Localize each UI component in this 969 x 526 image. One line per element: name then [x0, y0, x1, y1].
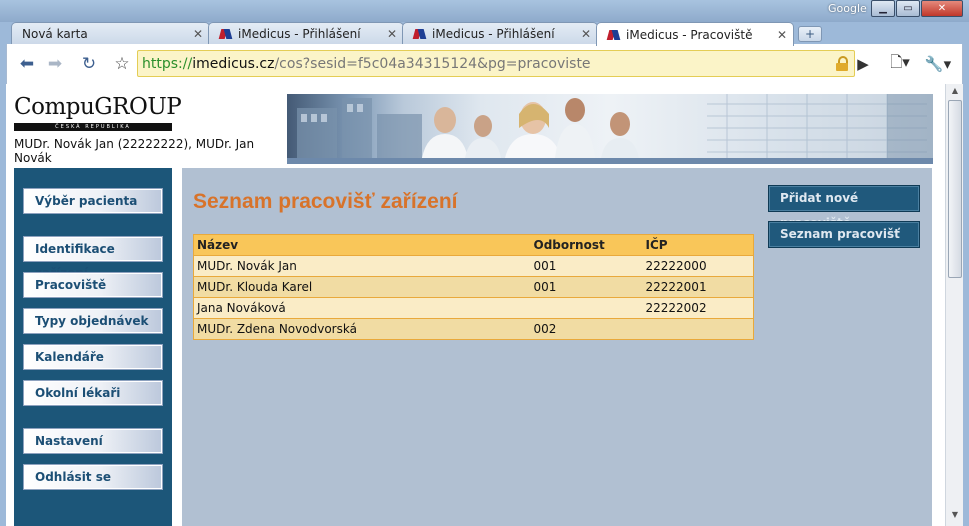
- tab-title: iMedicus - Přihlášení: [432, 27, 555, 41]
- table-row[interactable]: Jana Nováková 22222002: [193, 297, 754, 319]
- address-bar[interactable]: https://imedicus.cz/cos?sesid=f5c04a3431…: [137, 50, 855, 77]
- cell-odbornost: [530, 297, 643, 319]
- arrow-right-icon: ➡: [47, 54, 63, 74]
- column-header-icp[interactable]: IČP: [642, 234, 754, 256]
- arrow-left-icon: ⬅: [19, 54, 35, 74]
- tab-login-2[interactable]: iMedicus - Přihlášení ✕: [402, 22, 598, 45]
- minimize-button[interactable]: ▁: [871, 0, 895, 17]
- window-frame-right: [963, 84, 969, 526]
- window-titlebar: Google ▁ ▭ ✕: [0, 0, 969, 22]
- tab-title: iMedicus - Přihlášení: [238, 27, 361, 41]
- logo-subtitle: ČESKÁ REPUBLIKA: [14, 123, 172, 131]
- cell-nazev[interactable]: MUDr. Novák Jan: [193, 255, 531, 277]
- wrench-icon: 🔧▾: [924, 55, 952, 73]
- reload-icon: ↻: [81, 54, 97, 74]
- sidebar-item-okolni-lekari[interactable]: Okolní lékaři: [23, 380, 163, 406]
- tab-close-icon[interactable]: ✕: [581, 27, 591, 41]
- cell-odbornost: 001: [530, 276, 643, 298]
- cell-nazev[interactable]: MUDr. Zdena Novodvorská: [193, 318, 531, 340]
- cell-icp: 22222002: [642, 297, 754, 319]
- page-viewport: CompuGROUP ČESKÁ REPUBLIKA MUDr. Novák J…: [6, 84, 945, 526]
- window-brand-label: Google: [828, 2, 867, 15]
- cell-odbornost: 002: [530, 318, 643, 340]
- page-icon: 🗋▾: [890, 52, 910, 71]
- workplaces-table: Název Odbornost IČP MUDr. Novák Jan 001 …: [193, 234, 754, 340]
- sidebar-item-vyber-pacienta[interactable]: Výběr pacienta: [23, 188, 163, 214]
- cell-icp: 22222000: [642, 255, 754, 277]
- scroll-down-icon[interactable]: ▼: [949, 510, 961, 522]
- sidebar-item-odhlasit[interactable]: Odhlásit se: [23, 464, 163, 490]
- tab-title: iMedicus - Pracoviště: [626, 27, 753, 42]
- go-button[interactable]: ▶: [853, 52, 873, 76]
- column-header-odbornost[interactable]: Odbornost: [530, 234, 643, 256]
- sidebar-item-identifikace-zarizeni[interactable]: Identifikace zařízení: [23, 236, 163, 280]
- back-button[interactable]: ⬅: [15, 52, 39, 76]
- url-host: imedicus.cz: [192, 55, 275, 72]
- cell-icp: [642, 318, 754, 340]
- logged-user-info: MUDr. Novák Jan (22222222), MUDr. Jan No…: [14, 137, 255, 165]
- tab-close-icon[interactable]: ✕: [193, 27, 203, 41]
- lock-icon[interactable]: [836, 56, 848, 71]
- scroll-thumb[interactable]: [948, 100, 962, 278]
- sidebar-item-kalendare[interactable]: Kalendáře: [23, 344, 163, 370]
- url-path: /cos?sesid=f5c04a34315124&pg=pracoviste: [274, 55, 591, 72]
- url-scheme: https://: [142, 55, 193, 72]
- main-content: Seznam pracovišť zařízení Název Odbornos…: [182, 168, 932, 526]
- scroll-up-icon[interactable]: ▲: [949, 86, 961, 98]
- play-icon: ▶: [857, 55, 869, 73]
- table-row[interactable]: MUDr. Zdena Novodvorská 002: [193, 318, 754, 340]
- imedicus-favicon-icon: [607, 28, 621, 42]
- browser-toolbar: ⬅ ➡ ↻ ☆ https://imedicus.cz/cos?sesid=f5…: [6, 44, 963, 84]
- page-title: Seznam pracovišť zařízení: [193, 190, 458, 213]
- compugroup-logo: CompuGROUP: [14, 94, 182, 120]
- imedicus-favicon-icon: [413, 27, 427, 41]
- cell-odbornost: 001: [530, 255, 643, 277]
- window-controls: ▁ ▭ ✕: [870, 0, 963, 17]
- tools-menu-button[interactable]: 🔧▾: [923, 52, 953, 76]
- table-row[interactable]: MUDr. Klouda Karel 001 22222001: [193, 276, 754, 298]
- imedicus-favicon-icon: [219, 27, 233, 41]
- workplace-list-button[interactable]: Seznam pracovišť: [768, 221, 920, 248]
- table-row[interactable]: MUDr. Novák Jan 001 22222000: [193, 255, 754, 277]
- tab-title: Nová karta: [22, 27, 88, 41]
- sidebar-item-nastaveni[interactable]: Nastavení: [23, 428, 163, 454]
- table-header-row: Název Odbornost IČP: [193, 234, 754, 256]
- cell-nazev[interactable]: Jana Nováková: [193, 297, 531, 319]
- vertical-scrollbar[interactable]: ▲ ▼: [945, 84, 963, 526]
- bookmark-button[interactable]: ☆: [110, 52, 134, 76]
- new-tab-button[interactable]: +: [798, 26, 822, 42]
- header-banner-image: [287, 94, 933, 158]
- tab-close-icon[interactable]: ✕: [777, 28, 787, 42]
- doctors-banner-illustration: [297, 94, 933, 158]
- sidebar-nav: Výběr pacienta Identifikace zařízení Pra…: [14, 168, 172, 526]
- reload-button[interactable]: ↻: [77, 52, 101, 76]
- sidebar-item-pracoviste[interactable]: Pracoviště: [23, 272, 163, 298]
- close-window-button[interactable]: ✕: [921, 0, 963, 17]
- plus-icon: +: [804, 27, 816, 41]
- add-workplace-button[interactable]: Přidat nové pracoviště: [768, 185, 920, 230]
- cell-nazev[interactable]: MUDr. Klouda Karel: [193, 276, 531, 298]
- tab-login-1[interactable]: iMedicus - Přihlášení ✕: [208, 22, 404, 45]
- cell-icp: 22222001: [642, 276, 754, 298]
- banner-divider: [287, 158, 933, 164]
- page-menu-button[interactable]: 🗋▾: [885, 52, 915, 76]
- tab-close-icon[interactable]: ✕: [387, 27, 397, 41]
- tab-pracoviste[interactable]: iMedicus - Pracoviště ✕: [596, 22, 794, 46]
- tab-new[interactable]: Nová karta ✕: [11, 22, 210, 45]
- tab-strip: Nová karta ✕ iMedicus - Přihlášení ✕ iMe…: [0, 20, 969, 46]
- column-header-nazev[interactable]: Název: [193, 234, 531, 256]
- maximize-button[interactable]: ▭: [896, 0, 920, 17]
- forward-button[interactable]: ➡: [43, 52, 67, 76]
- star-icon: ☆: [114, 54, 130, 74]
- sidebar-item-typy-objednavek[interactable]: Typy objednávek: [23, 308, 163, 334]
